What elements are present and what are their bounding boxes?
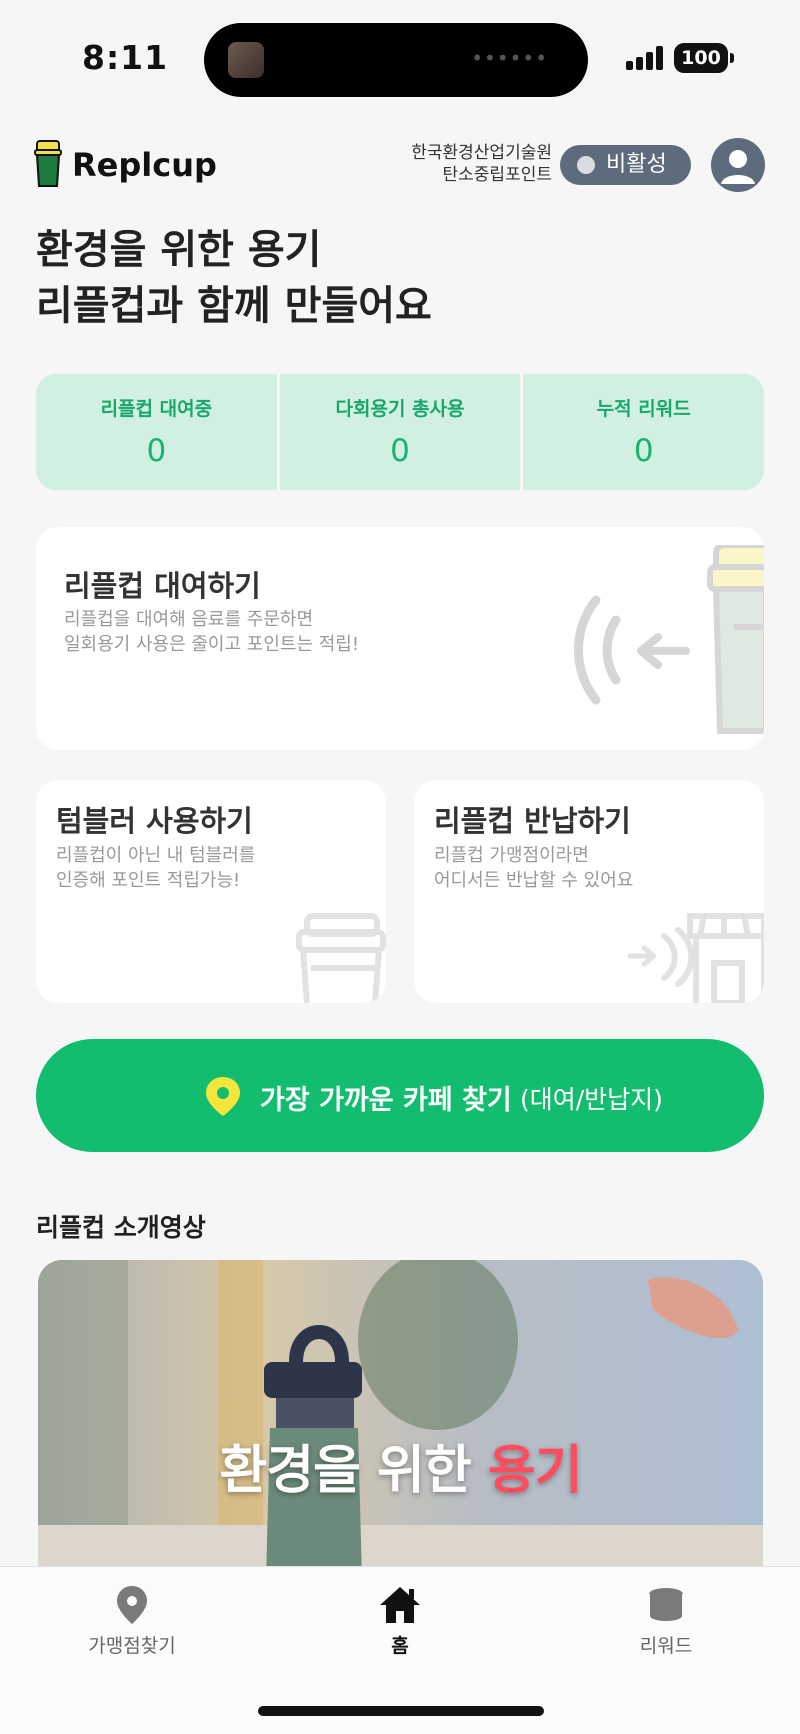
signal-icon — [626, 46, 666, 70]
map-pin-icon — [206, 1077, 240, 1116]
find-cafe-sublabel: (대여/반납지) — [520, 1085, 663, 1114]
toggle-knob — [577, 156, 595, 174]
stat-rented: 리플컵 대여중 0 — [36, 374, 280, 490]
video-caption-main: 환경을 위한 — [219, 1441, 488, 1501]
nav-home[interactable]: 홈 — [320, 1585, 480, 1658]
video-section-title: 리플컵 소개영상 — [36, 1213, 206, 1242]
dynamic-island: •••••• — [204, 23, 588, 97]
nav-rewards[interactable]: 리워드 — [586, 1585, 746, 1658]
video-caption: 환경을 위한 용기 — [38, 1428, 763, 1503]
stat-label: 다회용기 총사용 — [335, 398, 465, 420]
stat-label: 리플컵 대여중 — [100, 398, 213, 420]
intro-video-player[interactable]: 환경을 위한 용기 — [38, 1260, 763, 1580]
card-title: 리플컵 반납하기 — [434, 804, 631, 838]
now-playing-thumbnail — [228, 42, 264, 78]
stat-value: 0 — [390, 433, 410, 469]
find-nearest-cafe-button[interactable]: 가장 가까운 카페 찾기 (대여/반납지) — [36, 1039, 764, 1152]
card-title: 리플컵 대여하기 — [64, 569, 261, 603]
nav-find-store[interactable]: 가맹점찾기 — [52, 1585, 212, 1658]
stats-panel: 리플컵 대여중 0 다회용기 총사용 0 누적 리워드 0 — [36, 374, 764, 490]
stat-value: 0 — [146, 433, 167, 469]
nav-label: 가맹점찾기 — [88, 1635, 176, 1657]
card-desc-line: 리플컵 가맹점이라면 — [434, 845, 589, 866]
app-header: Replcup 한국환경산업기술원 탄소중립포인트 비활성 — [0, 134, 800, 198]
user-icon — [721, 150, 755, 184]
home-indicator[interactable] — [258, 1706, 544, 1716]
rent-cup-card[interactable]: 리플컵 대여하기 리플컵을 대여해 음료를 주문하면 일회용기 사용은 줄이고 … — [36, 527, 764, 750]
return-cup-card[interactable]: 리플컵 반납하기 리플컵 가맹점이라면 어디서든 반납할 수 있어요 — [414, 780, 764, 1003]
nav-label: 홈 — [391, 1635, 409, 1657]
card-description: 리플컵을 대여해 음료를 주문하면 일회용기 사용은 줄이고 포인트는 적립! — [64, 607, 359, 657]
headline-line-1: 환경을 위한 용기 — [36, 227, 322, 273]
nav-label: 리워드 — [639, 1635, 693, 1657]
battery-icon: 100 — [674, 43, 734, 73]
card-title: 텀블러 사용하기 — [56, 804, 253, 838]
store-return-illustration-icon — [627, 913, 764, 1003]
home-icon — [380, 1587, 420, 1623]
carbon-point-toggle[interactable]: 비활성 — [560, 145, 691, 185]
video-caption-accent: 용기 — [487, 1441, 583, 1501]
cup-logo-icon — [34, 140, 62, 187]
card-desc-line: 리플컵을 대여해 음료를 주문하면 — [64, 609, 314, 630]
card-desc-line: 리플컵이 아닌 내 텀블러를 — [56, 845, 256, 866]
cup-tap-illustration-icon — [574, 545, 764, 734]
headline-line-2: 리플컵과 함께 만들어요 — [36, 283, 432, 329]
carbon-point-org: 한국환경산업기술원 탄소중립포인트 — [411, 142, 552, 186]
card-desc-line: 어디서든 반납할 수 있어요 — [434, 870, 634, 891]
tumbler-illustration-icon — [296, 913, 386, 1003]
org-name: 한국환경산업기술원 — [411, 143, 552, 163]
profile-avatar-button[interactable] — [711, 138, 765, 192]
card-description: 리플컵이 아닌 내 텀블러를 인증해 포인트 적립가능! — [56, 843, 255, 893]
card-desc-line: 일회용기 사용은 줄이고 포인트는 적립! — [64, 634, 360, 655]
stat-total-reusable: 다회용기 총사용 0 — [280, 374, 524, 490]
find-cafe-label: 가장 가까운 카페 찾기 — [260, 1085, 512, 1116]
page-headline: 환경을 위한 용기 리플컵과 함께 만들어요 — [36, 222, 432, 334]
use-tumbler-card[interactable]: 텀블러 사용하기 리플컵이 아닌 내 텀블러를 인증해 포인트 적립가능! — [36, 780, 386, 1003]
org-program: 탄소중립포인트 — [442, 165, 552, 185]
card-description: 리플컵 가맹점이라면 어디서든 반납할 수 있어요 — [434, 843, 633, 893]
video-thumbnail — [38, 1260, 763, 1580]
stat-value: 0 — [633, 433, 654, 469]
stat-rewards: 누적 리워드 0 — [523, 374, 764, 490]
app-logo-text: Replcup — [72, 146, 217, 184]
stat-label: 누적 리워드 — [596, 398, 691, 420]
status-time: 8:11 — [82, 38, 169, 77]
audio-wave-icon: •••••• — [471, 46, 548, 70]
toggle-label: 비활성 — [606, 152, 667, 177]
map-pin-icon — [117, 1586, 147, 1624]
card-desc-line: 인증해 포인트 적립가능! — [56, 870, 241, 891]
coins-icon — [648, 1588, 684, 1624]
status-bar: 8:11 •••••• 100 — [0, 0, 800, 110]
